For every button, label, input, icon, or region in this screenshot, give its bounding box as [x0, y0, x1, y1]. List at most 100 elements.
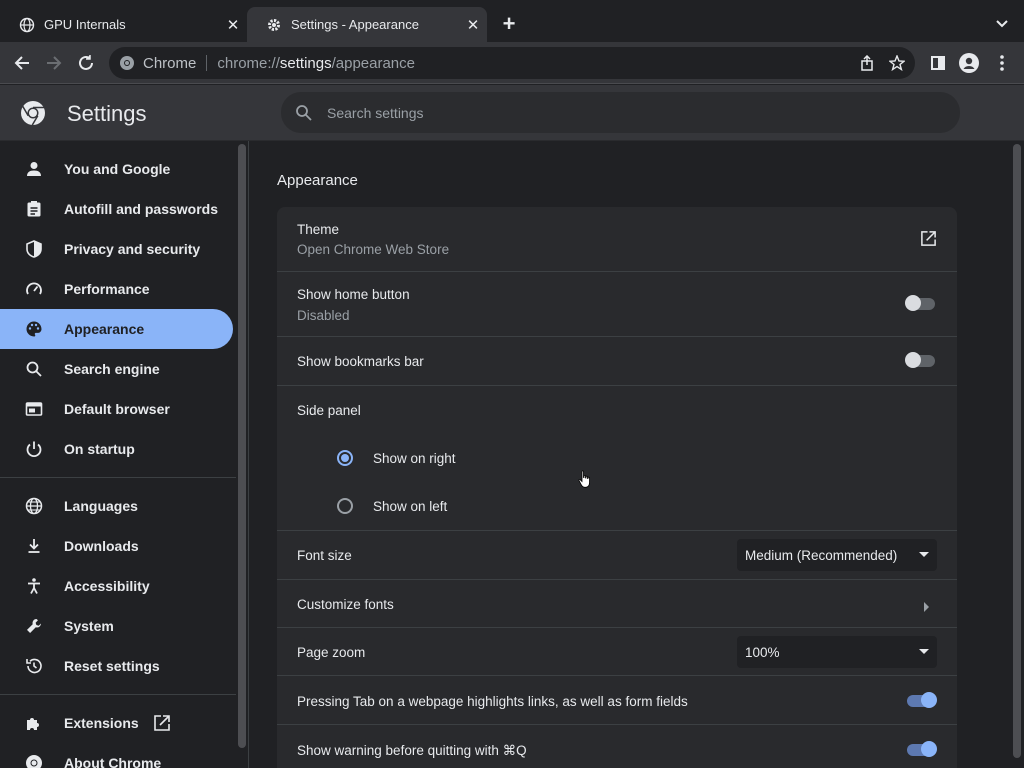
home-button-sub: Disabled: [297, 308, 350, 323]
power-icon: [24, 439, 44, 459]
sidebar-item-label: System: [64, 618, 114, 634]
url-scheme: chrome://: [217, 54, 280, 72]
side-panel-button[interactable]: [927, 52, 949, 74]
tab-title: Settings - Appearance: [291, 17, 419, 32]
forward-button[interactable]: [43, 52, 65, 74]
sidebar-item-autofill[interactable]: Autofill and passwords: [0, 189, 233, 229]
page-zoom-label: Page zoom: [297, 645, 366, 660]
settings-header: Settings: [0, 85, 1024, 141]
sidebar-item-on-startup[interactable]: On startup: [0, 429, 233, 469]
sidebar-item-label: About Chrome: [64, 755, 162, 768]
sidebar-item-downloads[interactable]: Downloads: [0, 526, 233, 566]
radio-label: Show on left: [373, 498, 448, 514]
palette-icon: [24, 319, 44, 339]
customize-fonts-label: Customize fonts: [297, 597, 394, 612]
speedometer-icon: [24, 279, 44, 299]
sidebar-item-label: Accessibility: [64, 578, 150, 594]
sidebar-item-you-and-google[interactable]: You and Google: [0, 149, 233, 189]
sidebar-item-languages[interactable]: Languages: [0, 486, 233, 526]
close-tab-icon[interactable]: ✕: [225, 17, 241, 34]
select-value: 100%: [745, 644, 780, 660]
main-content: Appearance Theme Open Chrome Web Store S…: [249, 141, 1013, 768]
sidebar-item-reset-settings[interactable]: Reset settings: [0, 646, 233, 686]
main-scrollbar[interactable]: [1013, 144, 1021, 758]
theme-sub: Open Chrome Web Store: [297, 242, 450, 257]
tab-strip: GPU Internals ✕ Settings - Appearance ✕ …: [0, 0, 1024, 42]
sidebar-item-accessibility[interactable]: Accessibility: [0, 566, 233, 606]
sidebar-item-label: Default browser: [64, 401, 170, 417]
sidebar-item-performance[interactable]: Performance: [0, 269, 233, 309]
tab-gpu-internals[interactable]: GPU Internals ✕: [0, 7, 247, 42]
quit-warning-row: Show warning before quitting with ⌘Q: [277, 724, 957, 768]
sidebar-item-extensions[interactable]: Extensions: [0, 703, 233, 743]
side-panel-label: Side panel: [297, 403, 361, 418]
sidebar-item-system[interactable]: System: [0, 606, 233, 646]
page-zoom-select[interactable]: 100%: [737, 636, 937, 668]
hand-cursor-icon: [578, 470, 592, 488]
side-panel-option-left[interactable]: Show on left: [337, 498, 447, 514]
download-icon: [24, 536, 44, 556]
arrow-right-icon: [47, 56, 62, 70]
search-box[interactable]: [281, 92, 960, 133]
omnibox-separator: [206, 55, 208, 71]
side-panel-icon: [931, 56, 945, 70]
omnibox[interactable]: Chrome chrome://settings/appearance: [109, 47, 915, 79]
bookmarks-bar-toggle[interactable]: [905, 352, 937, 368]
bookmark-star-icon[interactable]: [888, 54, 906, 75]
home-button-label: Show home button: [297, 287, 410, 302]
sidebar-item-label: Downloads: [64, 538, 139, 554]
page-zoom-row: Page zoom 100%: [277, 627, 957, 675]
font-size-select[interactable]: Medium (Recommended): [737, 539, 937, 571]
gear-icon: [266, 17, 282, 33]
sidebar-item-about-chrome[interactable]: About Chrome: [0, 743, 233, 768]
open-in-new-icon: [153, 714, 171, 732]
search-input[interactable]: [327, 104, 887, 121]
bookmarks-bar-label: Show bookmarks bar: [297, 354, 424, 369]
wrench-icon: [24, 616, 44, 636]
sidebar-item-label: Appearance: [64, 321, 145, 337]
sidebar-item-appearance[interactable]: Appearance: [0, 309, 233, 349]
chrome-icon: [119, 55, 135, 71]
tab-settings-appearance[interactable]: Settings - Appearance ✕: [247, 7, 487, 42]
open-in-new-icon[interactable]: [920, 230, 937, 252]
side-panel-option-right[interactable]: Show on right: [337, 450, 456, 466]
appearance-card: Theme Open Chrome Web Store Show home bu…: [277, 207, 957, 768]
tab-highlight-label: Pressing Tab on a webpage highlights lin…: [297, 694, 688, 709]
omnibox-chip: Chrome: [143, 54, 197, 72]
sidebar-item-label: Search engine: [64, 361, 160, 377]
reload-button[interactable]: [75, 52, 97, 74]
tab-highlight-row: Pressing Tab on a webpage highlights lin…: [277, 675, 957, 724]
chrome-logo-icon: [20, 100, 46, 126]
customize-fonts-row[interactable]: Customize fonts: [277, 579, 957, 627]
chrome-icon: [24, 753, 44, 768]
sidebar-item-default-browser[interactable]: Default browser: [0, 389, 233, 429]
new-tab-button[interactable]: +: [498, 13, 520, 36]
share-icon[interactable]: [859, 54, 875, 75]
arrow-right-icon: [924, 599, 930, 617]
sidebar-scrollbar[interactable]: [238, 144, 246, 748]
profile-button[interactable]: [958, 52, 980, 74]
avatar-icon: [959, 53, 979, 73]
sidebar-item-label: Reset settings: [64, 658, 160, 674]
radio-button[interactable]: [337, 498, 353, 514]
person-icon: [24, 159, 44, 179]
close-tab-icon[interactable]: ✕: [465, 17, 481, 34]
home-button-toggle[interactable]: [905, 295, 937, 311]
sidebar-item-search-engine[interactable]: Search engine: [0, 349, 233, 389]
quit-warning-toggle[interactable]: [905, 741, 937, 757]
globe-icon: [19, 17, 35, 33]
chevron-down-icon[interactable]: [992, 16, 1012, 32]
font-size-label: Font size: [297, 548, 352, 563]
theme-label: Theme: [297, 222, 340, 237]
theme-row[interactable]: Theme Open Chrome Web Store: [277, 207, 957, 271]
search-icon: [295, 104, 313, 122]
sidebar-item-privacy[interactable]: Privacy and security: [0, 229, 233, 269]
radio-button[interactable]: [337, 450, 353, 466]
back-button[interactable]: [11, 52, 33, 74]
select-value: Medium (Recommended): [745, 547, 898, 563]
radio-label: Show on right: [373, 450, 456, 466]
menu-button[interactable]: [991, 52, 1013, 74]
tab-highlight-toggle[interactable]: [905, 692, 937, 708]
toolbar: Chrome chrome://settings/appearance: [0, 42, 1024, 84]
search-icon: [24, 359, 44, 379]
